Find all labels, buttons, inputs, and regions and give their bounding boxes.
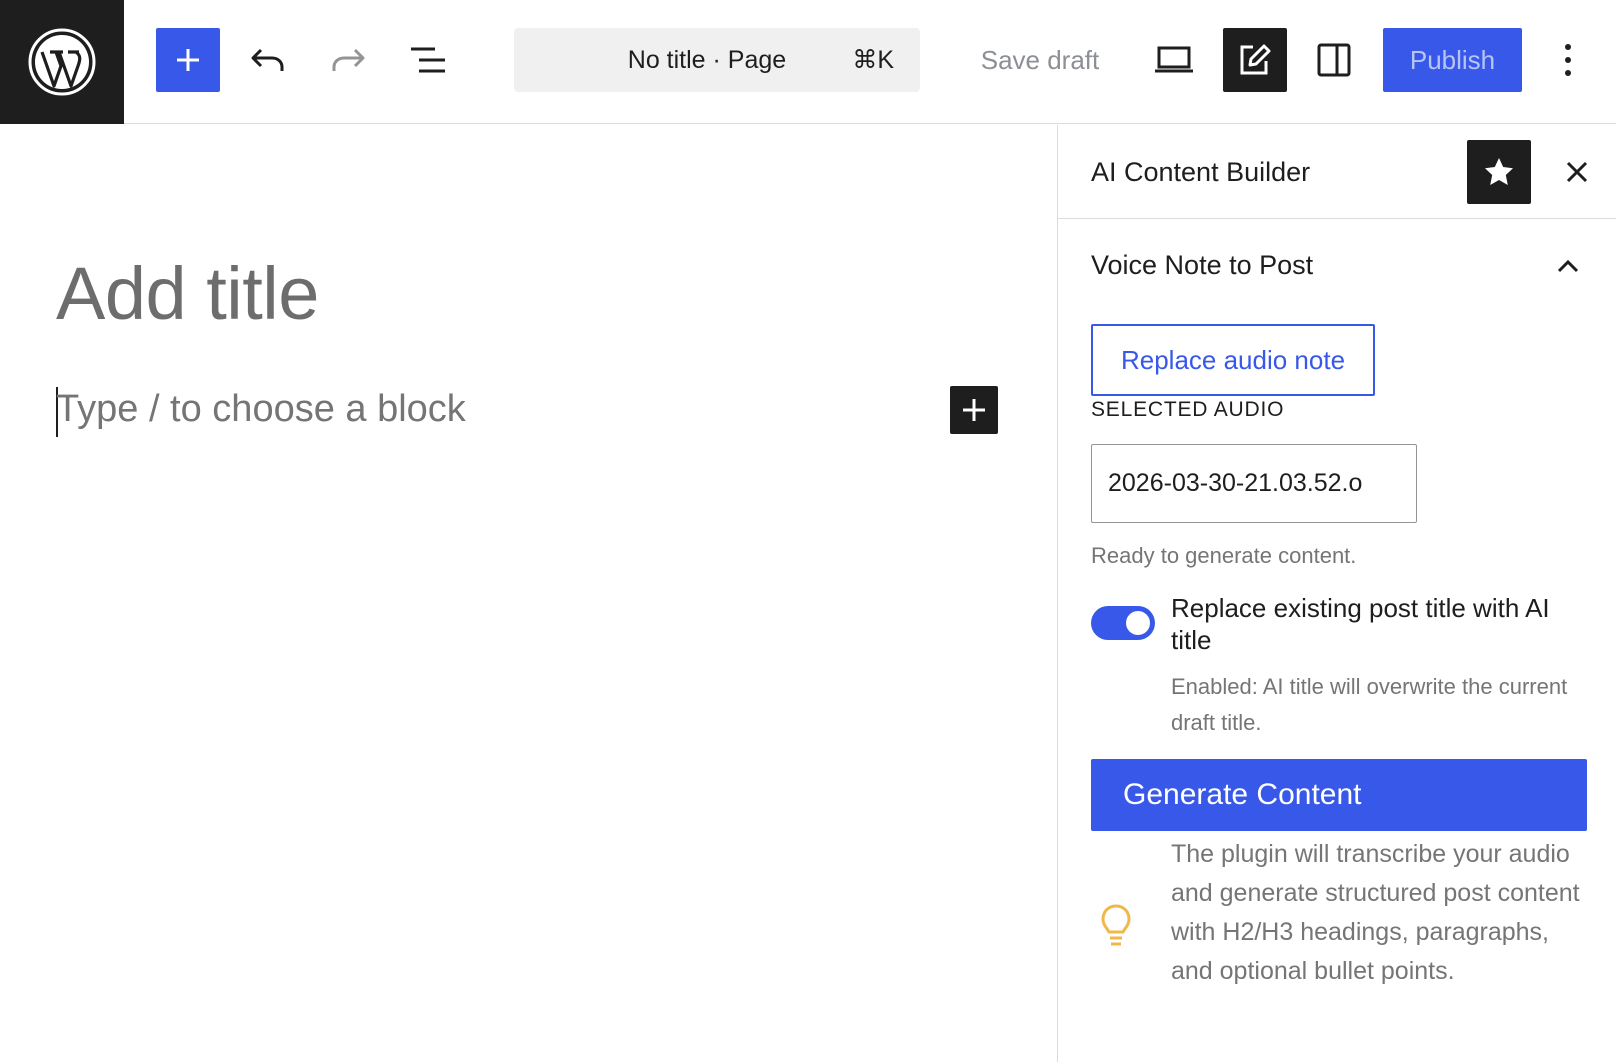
document-overview-button[interactable] [400, 30, 456, 90]
toggle-help-text: Enabled: AI title will overwrite the cur… [1171, 674, 1568, 735]
panel-toggle-button[interactable] [1548, 249, 1588, 283]
preview-button[interactable] [1144, 30, 1204, 90]
block-placeholder[interactable]: Type / to choose a block [56, 388, 466, 431]
tip-text: The plugin will transcribe your audio an… [1171, 840, 1580, 985]
redo-icon [332, 48, 365, 71]
command-shortcut: ⌘K [852, 46, 894, 74]
undo-button[interactable] [240, 30, 296, 90]
toggle-label[interactable]: Replace existing post title with AI titl… [1171, 592, 1591, 656]
more-vertical-icon [1565, 44, 1571, 76]
tools-button[interactable] [1223, 28, 1287, 92]
settings-sidebar-toggle[interactable] [1304, 30, 1364, 90]
desktop-preview-icon [1155, 46, 1193, 73]
editor-canvas: Add title Type / to choose a block [0, 125, 1057, 1062]
sidebar-header: AI Content Builder [1058, 125, 1616, 219]
edit-tools-icon [1240, 44, 1271, 75]
lightbulb-icon [1101, 904, 1131, 946]
chevron-up-icon [1557, 259, 1579, 273]
wordpress-logo-icon [28, 28, 96, 96]
replace-audio-button[interactable]: Replace audio note [1091, 324, 1375, 396]
panel-title[interactable]: Voice Note to Post [1091, 250, 1313, 281]
block-inserter-button[interactable] [156, 28, 220, 92]
editor-header: No title · Page ⌘K Save draft Publish [0, 0, 1616, 124]
undo-icon [251, 48, 284, 71]
post-title-field[interactable]: Add title [56, 251, 319, 336]
save-draft-button[interactable]: Save draft [960, 28, 1120, 92]
inline-block-inserter-button[interactable] [950, 386, 998, 434]
sidebar-toggle-icon [1317, 43, 1351, 77]
command-palette-bar[interactable]: No title · Page ⌘K [514, 28, 920, 92]
sidebar-title: AI Content Builder [1091, 157, 1311, 187]
redo-button[interactable] [320, 30, 376, 90]
selected-audio-label: SELECTED AUDIO [1091, 398, 1285, 421]
wordpress-logo-button[interactable] [0, 0, 124, 124]
editor-app: No title · Page ⌘K Save draft Publish Ad… [0, 0, 1616, 1062]
plus-icon [177, 49, 199, 71]
toggle-knob [1126, 611, 1150, 635]
plugin-sidebar: AI Content Builder Voice Note to Post Re… [1057, 125, 1616, 1062]
list-view-icon [411, 47, 445, 73]
close-sidebar-button[interactable] [1552, 147, 1602, 197]
replace-title-toggle[interactable] [1091, 606, 1155, 640]
options-menu-button[interactable] [1540, 30, 1596, 90]
close-icon [1566, 161, 1588, 183]
generate-content-button[interactable]: Generate Content [1091, 759, 1587, 831]
star-icon [1485, 158, 1513, 185]
status-text: Ready to generate content. [1091, 543, 1357, 568]
selected-audio-field[interactable]: 2026-03-30-21.03.52.o [1091, 444, 1417, 523]
publish-button[interactable]: Publish [1383, 28, 1522, 92]
plus-icon [963, 399, 985, 421]
pin-plugin-button[interactable] [1467, 140, 1531, 204]
